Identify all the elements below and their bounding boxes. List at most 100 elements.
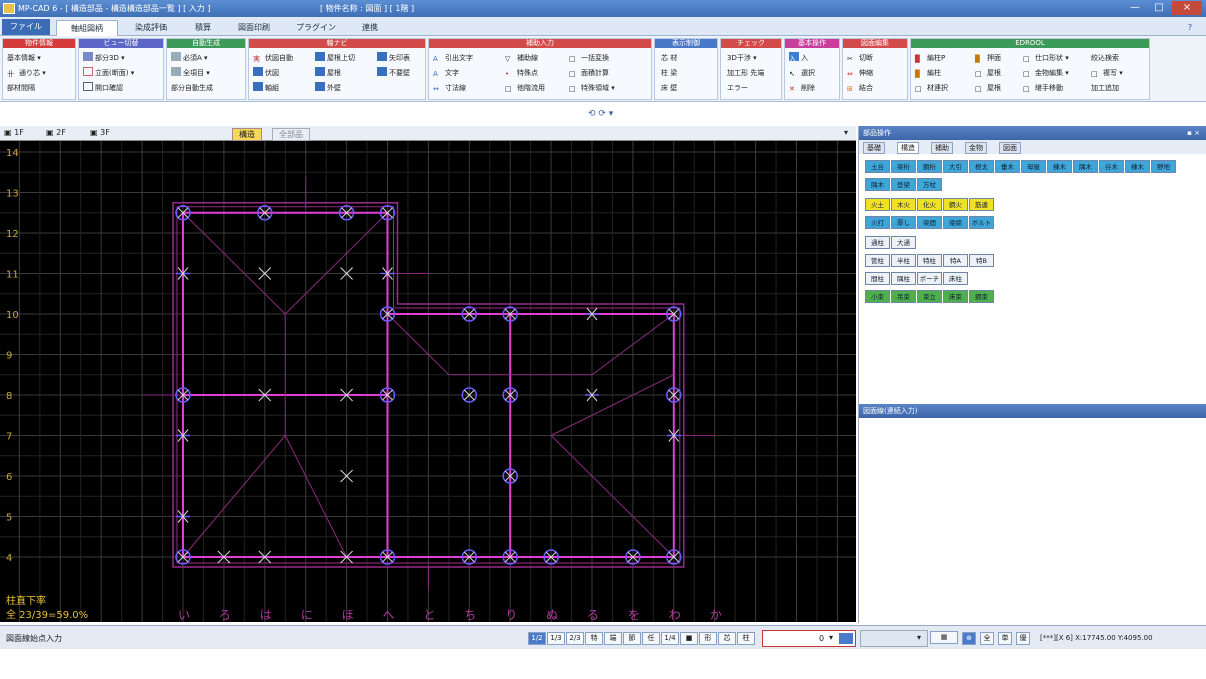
all-items-button[interactable]: 全項目 ▾ bbox=[171, 66, 213, 81]
tab-file[interactable]: ファイル bbox=[2, 19, 50, 35]
part-button[interactable]: ボルト bbox=[969, 216, 994, 229]
part-button[interactable]: 半柱 bbox=[891, 254, 916, 267]
part-button[interactable]: 間柱 bbox=[865, 272, 890, 285]
arrow-table-button[interactable]: 矢印表 bbox=[377, 51, 410, 66]
hardware-edit-button[interactable]: □ 金物編集 ▾ bbox=[1023, 66, 1069, 81]
tab-hardware[interactable]: 金物 bbox=[965, 142, 987, 154]
panel-pin-icon[interactable]: ▪ × bbox=[1187, 126, 1200, 140]
outer-wall-button[interactable]: 外壁 bbox=[315, 81, 355, 96]
floor-tab-1f[interactable]: ▣ 1F bbox=[4, 128, 24, 137]
joint-move-button[interactable]: □ 継手移動 bbox=[1023, 81, 1069, 96]
frame-button[interactable]: 軸組 bbox=[253, 81, 293, 96]
joint-shape-button[interactable]: □ 仕口形状 ▾ bbox=[1023, 51, 1069, 66]
part-button[interactable]: 土台 bbox=[865, 160, 890, 173]
tab-drawing[interactable]: 図面 bbox=[999, 142, 1021, 154]
part-button[interactable]: 胴桁 bbox=[917, 160, 942, 173]
snap-button[interactable]: 芯 bbox=[718, 632, 736, 645]
part-button[interactable]: 通柱 bbox=[865, 236, 890, 249]
join-button[interactable]: ⊞ 結合 bbox=[847, 81, 873, 96]
close-button[interactable]: × bbox=[1172, 1, 1202, 15]
part-button[interactable]: 吊束 bbox=[891, 290, 916, 303]
cut-button[interactable]: ✂ 切断 bbox=[847, 51, 873, 66]
part-button[interactable]: 小束 bbox=[865, 290, 890, 303]
snap-button[interactable]: 形 bbox=[699, 632, 717, 645]
text-button[interactable]: A 文字 bbox=[433, 66, 473, 81]
aux-line-button[interactable]: ▽ 補助線 bbox=[505, 51, 545, 66]
required-a-button[interactable]: 必須A ▾ bbox=[171, 51, 213, 66]
processing-shape-button[interactable]: 加工形 先端 bbox=[727, 66, 764, 81]
partial-3d-button[interactable]: 部分3D ▾ bbox=[83, 51, 134, 66]
press-face-button[interactable]: ▉ 押面 bbox=[975, 51, 1001, 66]
roof-button[interactable]: 屋根 bbox=[315, 66, 355, 81]
confirm-icon[interactable] bbox=[839, 633, 853, 644]
beam-toggle[interactable]: 梁 bbox=[670, 69, 677, 77]
part-button[interactable]: 梁締 bbox=[943, 216, 968, 229]
mode-priority[interactable]: 優 bbox=[1016, 632, 1030, 645]
mode-target[interactable]: ⊕ bbox=[962, 632, 976, 645]
roof-top-button[interactable]: 屋根上切 bbox=[315, 51, 355, 66]
tab-framing[interactable]: 軸組図柄 bbox=[56, 20, 118, 36]
unneeded-wall-button[interactable]: 不要壁 bbox=[377, 66, 410, 81]
part-button[interactable]: 特B bbox=[969, 254, 994, 267]
stretch-button[interactable]: ⇔ 伸縮 bbox=[847, 66, 873, 81]
dimension-button[interactable]: ↔ 寸法線 bbox=[433, 81, 473, 96]
pillar-button[interactable]: ▉ 編柱 bbox=[915, 66, 948, 81]
wall-toggle[interactable]: 壁 bbox=[670, 84, 677, 92]
roof-edit-2-button[interactable]: □ 屋根 bbox=[975, 81, 1001, 96]
tab-structure-parts[interactable]: 構造 bbox=[897, 142, 919, 154]
add-processing-button[interactable]: 加工追加 bbox=[1091, 81, 1123, 96]
roof-edit-button[interactable]: □ 屋根 bbox=[975, 66, 1001, 81]
tab-print[interactable]: 図面印刷 bbox=[226, 20, 282, 36]
pillar-p-button[interactable]: ▉ 編柱P bbox=[915, 51, 948, 66]
part-button[interactable]: 筋違 bbox=[969, 198, 994, 211]
snap-button[interactable]: 任 bbox=[642, 632, 660, 645]
plan-button[interactable]: 伏図 bbox=[253, 66, 293, 81]
part-button[interactable]: ポーチ bbox=[917, 272, 942, 285]
part-button[interactable]: 母屋 bbox=[1021, 160, 1046, 173]
tab-link[interactable]: 連携 bbox=[350, 20, 390, 36]
part-button[interactable]: 火土 bbox=[865, 198, 890, 211]
material-select-button[interactable]: □ 材連択 bbox=[915, 81, 948, 96]
minimize-button[interactable]: — bbox=[1124, 1, 1146, 15]
material-toggle[interactable]: 材 bbox=[670, 54, 677, 62]
drawing-canvas[interactable]: 14 13 12 11 10 9 8 7 6 5 4 い ろ は に ほ へ と ち り ぬ る を わ か 柱直下率 全 23… bbox=[0, 141, 856, 622]
floor-tab-2f[interactable]: ▣ 2F bbox=[46, 128, 66, 137]
part-button[interactable]: 鋼束 bbox=[969, 290, 994, 303]
tab-foundation[interactable]: 基礎 bbox=[863, 142, 885, 154]
opening-check-button[interactable]: 開口確認 bbox=[83, 81, 134, 96]
snap-button[interactable]: 1/3 bbox=[547, 632, 565, 645]
part-button[interactable]: 隅柱 bbox=[891, 272, 916, 285]
filter-search-button[interactable]: 絞込検索 bbox=[1091, 51, 1123, 66]
snap-button[interactable]: ■ bbox=[680, 632, 698, 645]
copy-button[interactable]: □ 複写 ▾ bbox=[1091, 66, 1123, 81]
input-button[interactable]: 入入 bbox=[789, 51, 815, 66]
view-dropdown-icon[interactable]: ▾ bbox=[844, 128, 848, 137]
tab-evaluation[interactable]: 染成評価 bbox=[122, 20, 180, 36]
leader-text-button[interactable]: A 引出文字 bbox=[433, 51, 473, 66]
snap-button[interactable]: 2/3 bbox=[566, 632, 584, 645]
core-toggle[interactable]: 芯 bbox=[661, 54, 668, 62]
part-button[interactable]: 谷木 bbox=[1099, 160, 1124, 173]
part-button[interactable]: 特柱 bbox=[917, 254, 942, 267]
part-button[interactable]: 梁桁 bbox=[891, 160, 916, 173]
part-button[interactable]: 管柱 bbox=[865, 254, 890, 267]
floor-toggle[interactable]: 床 bbox=[661, 84, 668, 92]
area-calc-button[interactable]: □ 面積計算 bbox=[569, 66, 615, 81]
part-button[interactable]: 方杖 bbox=[917, 178, 942, 191]
batch-convert-button[interactable]: □ 一括変換 bbox=[569, 51, 615, 66]
snap-button[interactable]: 1/4 bbox=[661, 632, 679, 645]
part-button[interactable]: 梁間 bbox=[917, 216, 942, 229]
part-button[interactable]: 隅木 bbox=[865, 178, 890, 191]
value-input[interactable]: 0 ▾ bbox=[762, 630, 856, 647]
mode-all[interactable]: 全 bbox=[980, 632, 994, 645]
elevation-button[interactable]: 立面(断面) ▾ bbox=[83, 66, 134, 81]
part-button[interactable]: 登梁 bbox=[891, 178, 916, 191]
snap-button[interactable]: 端 bbox=[604, 632, 622, 645]
3d-interference-button[interactable]: 3D干渉 ▾ bbox=[727, 51, 764, 66]
pillar-toggle[interactable]: 柱 bbox=[661, 69, 668, 77]
mode-single[interactable]: 単 bbox=[998, 632, 1012, 645]
part-button[interactable]: 鋼火 bbox=[943, 198, 968, 211]
snap-button[interactable]: 柱 bbox=[737, 632, 755, 645]
select-button[interactable]: ↖ 選択 bbox=[789, 66, 815, 81]
quick-access-icons[interactable]: ⟲ ⟳ ▾ bbox=[588, 109, 613, 119]
